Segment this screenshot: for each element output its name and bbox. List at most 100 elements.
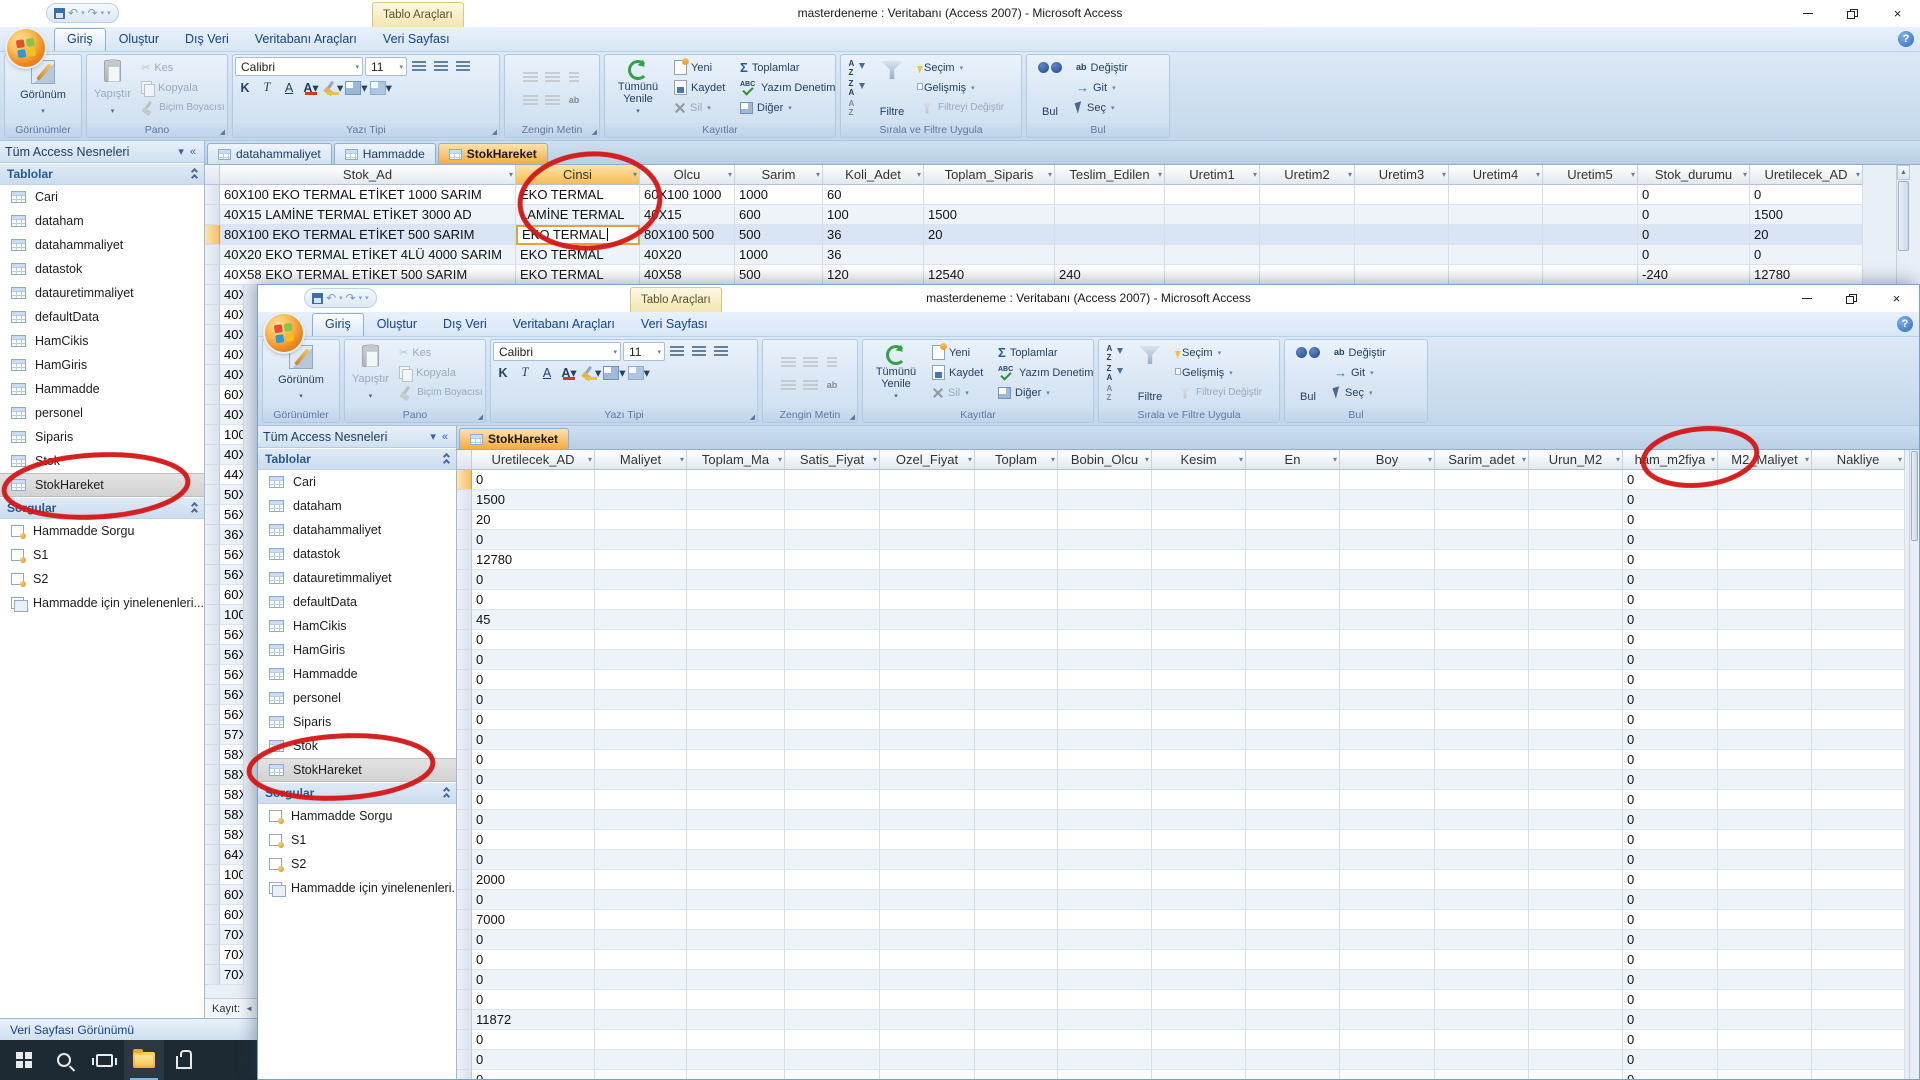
cell[interactable]	[1529, 950, 1623, 970]
cell[interactable]	[1340, 710, 1435, 730]
cell[interactable]	[1246, 930, 1340, 950]
dialog-launcher-icon[interactable]: ◢	[220, 128, 225, 136]
row-selector[interactable]	[457, 1050, 472, 1070]
cell-partial[interactable]: 40X	[220, 325, 244, 345]
cell[interactable]	[1152, 910, 1246, 930]
cell[interactable]	[785, 1070, 880, 1079]
cell[interactable]	[1340, 870, 1435, 890]
undo-dropdown-icon[interactable]: ▾	[339, 294, 343, 302]
cell[interactable]	[687, 730, 785, 750]
nav-item-datauretimmaliyet[interactable]: datauretimmaliyet	[0, 281, 204, 305]
cell[interactable]	[880, 810, 975, 830]
cell[interactable]	[1055, 205, 1165, 225]
cell[interactable]	[1340, 1050, 1435, 1070]
cell[interactable]	[1165, 185, 1260, 205]
cell[interactable]	[1718, 930, 1812, 950]
cell[interactable]	[1449, 265, 1543, 285]
row-selector[interactable]	[457, 770, 472, 790]
cell[interactable]	[1435, 490, 1529, 510]
dialog-launcher-icon[interactable]: ◢	[750, 413, 755, 421]
sort-descending-button[interactable]: ZA	[844, 78, 868, 97]
spelling-button[interactable]: ABC Yazım Denetimi	[736, 78, 835, 97]
undo-dropdown-icon[interactable]: ▾	[81, 9, 85, 17]
row-selector[interactable]	[205, 365, 220, 385]
cell[interactable]	[975, 970, 1058, 990]
cell[interactable]	[1058, 790, 1152, 810]
cell-partial[interactable]: 58X	[220, 825, 244, 845]
redo-icon[interactable]: ↷	[88, 7, 98, 19]
cell[interactable]	[1529, 550, 1623, 570]
nav-item-datauretimmaliyet[interactable]: datauretimmaliyet	[258, 566, 456, 590]
cell[interactable]	[1058, 510, 1152, 530]
row-selector[interactable]	[205, 665, 220, 685]
cell[interactable]	[1246, 710, 1340, 730]
cell-partial[interactable]: 40X	[220, 285, 244, 305]
cell[interactable]	[1718, 550, 1812, 570]
selection-filter-button[interactable]: Seçim ▾	[1174, 343, 1274, 362]
cell[interactable]	[785, 770, 880, 790]
cell[interactable]	[1435, 810, 1529, 830]
cell[interactable]	[785, 990, 880, 1010]
cell[interactable]	[975, 790, 1058, 810]
cell[interactable]: 0	[1623, 990, 1718, 1010]
nav-item-dataham[interactable]: dataham	[258, 494, 456, 518]
redo-dropdown-icon[interactable]: ▾	[359, 294, 363, 302]
cell[interactable]	[880, 770, 975, 790]
cell[interactable]	[880, 570, 975, 590]
cell[interactable]: 0	[472, 850, 595, 870]
cell[interactable]: 0	[472, 590, 595, 610]
cell[interactable]	[1435, 650, 1529, 670]
column-header-ham_m2fiya[interactable]: ham_m2fiya ▾	[1623, 450, 1718, 470]
cell[interactable]: 0	[1623, 710, 1718, 730]
font-size-combo[interactable]: 11 ▾	[623, 342, 665, 361]
column-header-toplam_siparis[interactable]: Toplam_Siparis ▾	[924, 165, 1055, 185]
cell[interactable]	[687, 550, 785, 570]
font-name-combo[interactable]: Calibri ▾	[493, 342, 621, 361]
cell[interactable]	[1340, 1030, 1435, 1050]
cell[interactable]	[1718, 770, 1812, 790]
cell[interactable]: 0	[472, 710, 595, 730]
cell[interactable]: 40X58 EKO TERMAL ETİKET 500 SARIM	[220, 265, 516, 285]
column-dropdown-icon[interactable]: ▾	[1048, 170, 1052, 179]
clear-sort-button[interactable]: AZ	[1102, 383, 1126, 402]
cell[interactable]	[1246, 590, 1340, 610]
row-selector[interactable]	[457, 550, 472, 570]
document-tab-hammadde[interactable]: Hammadde	[333, 143, 436, 164]
column-dropdown-icon[interactable]: ▾	[873, 455, 877, 464]
cell[interactable]: 0	[472, 670, 595, 690]
column-header-cinsi[interactable]: Cinsi ▾	[516, 165, 640, 185]
ribbon-tab-veritabani-araclari[interactable]: Veritabanı Araçları	[500, 313, 628, 336]
cell[interactable]: 500	[735, 225, 823, 245]
cell[interactable]: 0	[1623, 610, 1718, 630]
cell[interactable]	[1529, 1070, 1623, 1079]
column-header-satis_fiyat[interactable]: Satis_Fiyat ▾	[785, 450, 880, 470]
column-dropdown-icon[interactable]: ▾	[509, 170, 513, 179]
cell-partial[interactable]: 40X	[220, 365, 244, 385]
row-selector[interactable]	[205, 485, 220, 505]
cell[interactable]	[1812, 770, 1905, 790]
cell[interactable]	[1812, 470, 1905, 490]
cell[interactable]	[595, 870, 687, 890]
cell[interactable]	[1165, 245, 1260, 265]
row-selector[interactable]	[457, 630, 472, 650]
nav-item-datahammaliyet[interactable]: datahammaliyet	[0, 233, 204, 257]
cell[interactable]	[785, 830, 880, 850]
cell[interactable]	[880, 730, 975, 750]
cell[interactable]	[687, 750, 785, 770]
column-dropdown-icon[interactable]: ▾	[1428, 455, 1432, 464]
cell[interactable]	[880, 610, 975, 630]
row-selector[interactable]	[205, 925, 220, 945]
ribbon-tab-giris[interactable]: Giriş	[312, 313, 364, 336]
dialog-launcher-icon[interactable]: ◢	[592, 128, 597, 136]
cell[interactable]	[1812, 610, 1905, 630]
cell[interactable]	[880, 990, 975, 1010]
nav-item-hammadde[interactable]: Hammadde	[258, 662, 456, 686]
cell[interactable]	[1246, 990, 1340, 1010]
cell-partial[interactable]: 56X	[220, 625, 244, 645]
nav-item-datastok[interactable]: datastok	[258, 542, 456, 566]
cell[interactable]	[1340, 830, 1435, 850]
cell[interactable]	[1340, 850, 1435, 870]
cell-partial[interactable]: 56X	[220, 565, 244, 585]
nav-item-siparis[interactable]: Siparis	[0, 425, 204, 449]
column-header-urun_m2[interactable]: Urun_M2 ▾	[1529, 450, 1623, 470]
